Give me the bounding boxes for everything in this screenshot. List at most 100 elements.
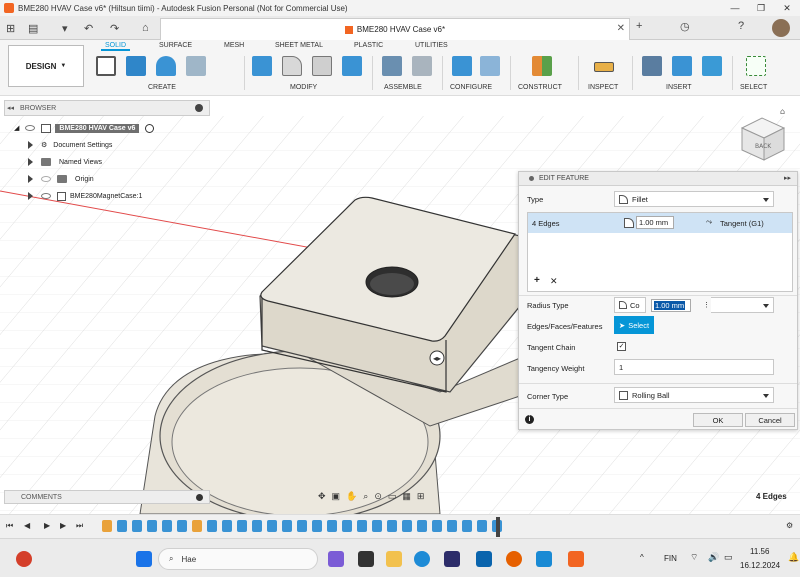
timeline-feature[interactable] — [252, 520, 262, 532]
configuration-table-icon[interactable] — [480, 56, 500, 76]
fillet-icon[interactable] — [282, 56, 302, 76]
timeline-feature[interactable] — [297, 520, 307, 532]
browser-item-magnet-case[interactable]: BME280MagnetCase:1 — [28, 188, 142, 204]
expand-arrow-icon[interactable] — [28, 192, 33, 200]
pin-icon[interactable] — [195, 104, 203, 112]
add-comment-icon[interactable] — [196, 494, 203, 501]
fit-icon[interactable]: ⊙ — [374, 491, 382, 502]
windows-start-icon[interactable] — [136, 551, 152, 567]
step-back-icon[interactable]: ◀ — [24, 521, 30, 530]
go-to-end-icon[interactable]: ⏭ — [76, 521, 83, 531]
more-options-icon[interactable]: ⋮ — [703, 301, 710, 309]
tab-utilities[interactable]: UTILITIES — [415, 42, 448, 49]
minimize-button[interactable]: — — [722, 0, 748, 16]
insert-menu[interactable]: INSERT — [666, 84, 692, 91]
chamfer-icon[interactable] — [312, 56, 332, 76]
copilot-icon[interactable] — [328, 551, 344, 567]
look-at-icon[interactable]: ▣ — [332, 491, 341, 502]
new-tab-button[interactable]: + — [636, 20, 642, 32]
grid-menu-icon[interactable]: ⊞ — [6, 20, 15, 36]
clock-date[interactable]: 16.12.2024 — [740, 561, 780, 570]
edge-set-row[interactable]: 4 Edges 1.00 mm ⤳ Tangent (G1) — [528, 213, 792, 233]
notifications-bell-icon[interactable]: 🔔 — [788, 552, 799, 563]
hidden-eye-icon[interactable] — [41, 176, 51, 182]
select-menu[interactable]: SELECT — [740, 84, 767, 91]
comments-panel[interactable]: COMMENTS — [4, 490, 210, 504]
select-icon[interactable] — [746, 56, 766, 76]
timeline-feature[interactable] — [387, 520, 397, 532]
create-sketch-icon[interactable] — [96, 56, 116, 76]
timeline-feature[interactable] — [447, 520, 457, 532]
edge-browser-icon[interactable] — [414, 551, 430, 567]
expand-arrow-icon[interactable] — [28, 158, 33, 166]
browser-root-item[interactable]: ◢ BME280 HVAV Case v6 — [14, 120, 155, 136]
timeline-feature[interactable] — [357, 520, 367, 532]
timeline-feature[interactable] — [372, 520, 382, 532]
continuity-dropdown[interactable]: Tangent (G1) — [720, 219, 764, 228]
file-explorer-icon[interactable] — [386, 551, 402, 567]
timeline-feature[interactable] — [462, 520, 472, 532]
timeline-feature[interactable] — [327, 520, 337, 532]
timeline-marker[interactable] — [496, 517, 500, 537]
insert-mcmaster-icon[interactable] — [672, 56, 692, 76]
play-icon[interactable]: ▶ — [44, 521, 50, 530]
timeline-feature[interactable] — [207, 520, 217, 532]
inspect-menu[interactable]: INSPECT — [588, 84, 618, 91]
tangent-chain-checkbox[interactable]: ✓ — [617, 342, 626, 351]
timeline-feature[interactable] — [192, 520, 202, 532]
assemble-menu[interactable]: ASSEMBLE — [384, 84, 422, 91]
measure-icon[interactable] — [594, 62, 614, 72]
pan-hand-icon[interactable]: ✋ — [346, 491, 357, 502]
timeline-settings-icon[interactable]: ⚙ — [786, 521, 793, 530]
remove-icon[interactable]: ✕ — [550, 276, 558, 287]
file-menu-button[interactable]: ▤ — [28, 20, 38, 36]
corner-type-dropdown[interactable]: Rolling Ball — [614, 387, 774, 403]
browser-header[interactable]: ◂◂ BROWSER — [4, 100, 210, 116]
undo-button[interactable]: ↶ — [84, 20, 93, 36]
browser-item-named-views[interactable]: Named Views — [28, 154, 102, 170]
browser-item-document-settings[interactable]: ⚙ Document Settings — [28, 137, 112, 153]
timeline-feature[interactable] — [432, 520, 442, 532]
revolve-icon[interactable] — [156, 56, 176, 76]
user-avatar[interactable] — [772, 19, 790, 37]
grid-settings-icon[interactable]: ▦ — [402, 491, 411, 502]
display-settings-icon[interactable]: ▭ — [388, 491, 397, 502]
tab-sheet-metal[interactable]: SHEET METAL — [275, 42, 323, 49]
timeline-feature[interactable] — [402, 520, 412, 532]
visibility-eye-icon[interactable] — [25, 125, 36, 131]
hole-icon[interactable] — [186, 56, 206, 76]
select-edges-button[interactable]: ➤ Select — [614, 316, 654, 334]
browser-item-origin[interactable]: Origin — [28, 171, 94, 187]
timeline-feature[interactable] — [237, 520, 247, 532]
ok-button[interactable]: OK — [693, 413, 743, 427]
expand-arrow-icon[interactable] — [28, 175, 33, 183]
timeline-feature[interactable] — [282, 520, 292, 532]
expand-dialog-icon[interactable]: ▸▸ — [784, 174, 791, 182]
joint-icon[interactable] — [412, 56, 432, 76]
timeline-feature[interactable] — [312, 520, 322, 532]
close-tab-icon[interactable]: ✕ — [617, 23, 625, 34]
new-component-icon[interactable] — [382, 56, 402, 76]
tab-surface[interactable]: SURFACE — [159, 42, 192, 49]
outlook-icon[interactable] — [476, 551, 492, 567]
firefox-icon[interactable] — [506, 551, 522, 567]
orbit-icon[interactable]: ✥ — [318, 491, 326, 502]
radius-expression-dropdown[interactable] — [711, 297, 774, 313]
timeline-feature[interactable] — [417, 520, 427, 532]
network-icon[interactable]: ⌔ — [690, 552, 698, 563]
step-forward-icon[interactable]: ▶ — [60, 521, 66, 530]
extrude-icon[interactable] — [126, 56, 146, 76]
expand-toggle-icon[interactable]: ◢ — [14, 124, 19, 132]
timeline-feature[interactable] — [132, 520, 142, 532]
tray-overflow-icon[interactable]: ^ — [640, 553, 644, 562]
zoom-icon[interactable]: ⌕ — [363, 491, 368, 502]
edge-radius-input[interactable]: 1.00 mm — [636, 216, 674, 229]
cancel-button[interactable]: Cancel — [745, 413, 795, 427]
expand-arrow-icon[interactable] — [28, 141, 33, 149]
add-icon[interactable]: + — [534, 275, 540, 286]
collapse-dot-icon[interactable] — [529, 176, 534, 181]
clock-time[interactable]: 11.56 — [750, 547, 769, 556]
tab-plastic[interactable]: PLASTIC — [354, 42, 383, 49]
configure-menu[interactable]: CONFIGURE — [450, 84, 492, 91]
go-to-start-icon[interactable]: ⏮ — [6, 521, 13, 531]
